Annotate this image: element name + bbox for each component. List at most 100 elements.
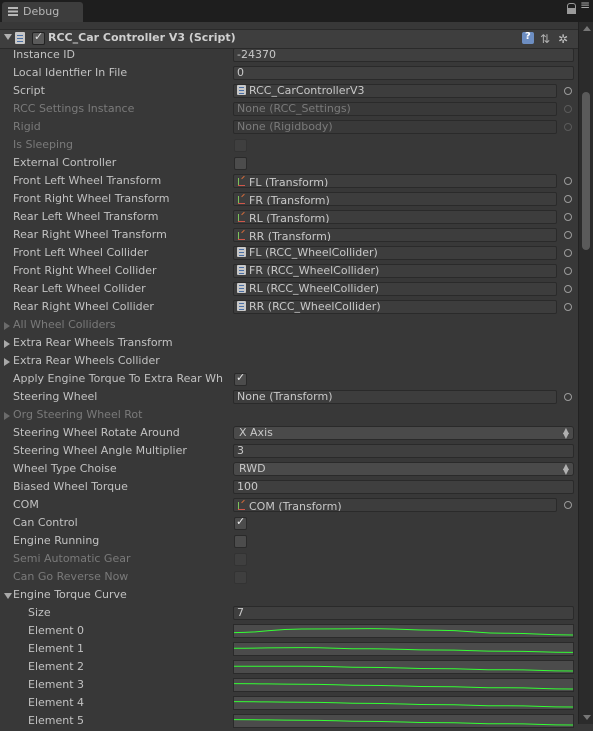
inspector-row: Element 4: [0, 695, 578, 713]
object-picker-icon[interactable]: [564, 267, 572, 275]
curve-line: [234, 665, 573, 672]
object-picker-icon[interactable]: [564, 285, 572, 293]
scroll-up-icon[interactable]: [583, 26, 591, 31]
object-field-front-right-wheel-transform[interactable]: FR (Transform): [233, 192, 557, 206]
curve-graph: [234, 665, 573, 672]
object-field-rear-left-wheel-collider[interactable]: RL (RCC_WheelCollider): [233, 282, 557, 296]
checkbox-is-sleeping[interactable]: [234, 139, 247, 152]
object-field-rear-right-wheel-collider[interactable]: RR (RCC_WheelCollider): [233, 300, 557, 314]
curve-field-element-5[interactable]: [233, 714, 574, 728]
curve-line: [234, 628, 573, 636]
field-input-instance-id[interactable]: -24370: [233, 48, 574, 62]
field-label-front-right-wheel-collider: Front Right Wheel Collider: [13, 264, 157, 277]
help-icon[interactable]: [522, 31, 534, 44]
object-picker-icon[interactable]: [564, 213, 572, 221]
curve-field-element-3[interactable]: [233, 678, 574, 692]
foldout-closed-icon[interactable]: [4, 412, 10, 420]
field-label-engine-torque-curve[interactable]: Engine Torque Curve: [13, 588, 233, 601]
field-label-steering-wheel-angle-multiplier: Steering Wheel Angle Multiplier: [13, 444, 187, 457]
field-label-element-3: Element 3: [28, 678, 85, 691]
object-picker-icon[interactable]: [564, 87, 572, 95]
object-field-script[interactable]: RCC_CarControllerV3: [233, 84, 557, 98]
checkbox-can-go-reverse-now[interactable]: [234, 571, 247, 584]
curve-field-element-4[interactable]: [233, 696, 574, 710]
field-label-element-2: Element 2: [28, 660, 85, 673]
object-picker-icon[interactable]: [564, 303, 572, 311]
object-picker-icon[interactable]: [564, 123, 572, 131]
field-label-can-control: Can Control: [13, 516, 78, 529]
checkbox-semi-automatic-gear[interactable]: [234, 553, 247, 566]
field-label-extra-rear-wheels-transform[interactable]: Extra Rear Wheels Transform: [13, 336, 233, 349]
field-input-local-identfier-in-file[interactable]: 0: [233, 66, 574, 80]
transform-icon: [237, 211, 246, 223]
field-label-front-left-wheel-collider: Front Left Wheel Collider: [13, 246, 149, 259]
inspector-row: Rear Right Wheel Transform RR (Transform): [0, 227, 578, 245]
field-label-all-wheel-colliders[interactable]: All Wheel Colliders: [13, 318, 233, 331]
dropdown-steering-wheel-rotate-around[interactable]: X Axis ▲ ▼: [233, 426, 574, 440]
field-label-size: Size: [28, 606, 51, 619]
object-picker-icon[interactable]: [564, 501, 572, 509]
checkbox-engine-running[interactable]: [234, 535, 247, 548]
dropdown-arrows-icon: ▲ ▼: [562, 426, 569, 440]
object-field-value: RR (Transform): [249, 230, 332, 242]
object-field-rcc-settings-instance[interactable]: None (RCC_Settings): [233, 102, 557, 116]
field-label-external-controller: External Controller: [13, 156, 117, 169]
curve-field-element-2[interactable]: [233, 660, 574, 674]
object-field-com[interactable]: COM (Transform): [233, 498, 557, 512]
menu-icon[interactable]: ≡: [580, 0, 590, 12]
field-label-extra-rear-wheels-collider[interactable]: Extra Rear Wheels Collider: [13, 354, 233, 367]
inspector-row: Engine Running: [0, 533, 578, 551]
field-label-rear-left-wheel-collider: Rear Left Wheel Collider: [13, 282, 146, 295]
object-field-front-left-wheel-transform[interactable]: FL (Transform): [233, 174, 557, 188]
inspector-row: Script RCC_CarControllerV3: [0, 83, 578, 101]
gear-icon[interactable]: ✲: [558, 32, 570, 46]
vertical-scrollbar[interactable]: [578, 22, 593, 724]
object-picker-icon[interactable]: [564, 195, 572, 203]
object-picker-icon[interactable]: [564, 177, 572, 185]
preset-icon[interactable]: ⇅: [540, 32, 552, 46]
foldout-closed-icon[interactable]: [4, 340, 10, 348]
component-header[interactable]: RCC_Car Controller V3 (Script) ⇅ ✲: [0, 29, 578, 49]
field-label-rcc-settings-instance: RCC Settings Instance: [13, 102, 135, 115]
checkbox-can-control[interactable]: [234, 515, 247, 530]
component-enabled-checkbox[interactable]: [32, 30, 45, 45]
object-field-rear-right-wheel-transform[interactable]: RR (Transform): [233, 228, 557, 242]
dropdown-wheel-type-choise[interactable]: RWD ▲ ▼: [233, 462, 574, 476]
foldout-open-icon[interactable]: [4, 593, 12, 599]
object-picker-icon[interactable]: [564, 105, 572, 113]
foldout-closed-icon[interactable]: [4, 358, 10, 366]
object-field-rigid[interactable]: None (Rigidbody): [233, 120, 557, 134]
checkbox-external-controller[interactable]: [234, 157, 247, 170]
object-field-rear-left-wheel-transform[interactable]: RL (Transform): [233, 210, 557, 224]
field-input-size[interactable]: 7: [233, 606, 574, 620]
scrollbar-thumb[interactable]: [582, 92, 590, 250]
inspector-row: Steering Wheel None (Transform): [0, 389, 578, 407]
object-field-steering-wheel[interactable]: None (Transform): [233, 390, 557, 404]
transform-icon: [237, 499, 246, 511]
object-picker-icon[interactable]: [564, 231, 572, 239]
field-label-element-5: Element 5: [28, 714, 85, 727]
object-field-value: None (Rigidbody): [237, 120, 333, 133]
curve-graph: [234, 683, 573, 690]
foldout-closed-icon[interactable]: [4, 322, 10, 330]
foldout-arrow-icon[interactable]: [4, 34, 12, 40]
inspector-row: Biased Wheel Torque 100: [0, 479, 578, 497]
object-picker-icon[interactable]: [564, 393, 572, 401]
checkbox-apply-engine-torque-to-extra-rear-wh[interactable]: [234, 371, 247, 386]
inspector-row: Can Go Reverse Now: [0, 569, 578, 587]
scroll-down-icon[interactable]: [583, 715, 591, 720]
object-picker-icon[interactable]: [564, 249, 572, 257]
component-title: RCC_Car Controller V3 (Script): [48, 31, 236, 44]
tab-debug[interactable]: Debug: [2, 2, 83, 22]
curve-field-element-0[interactable]: [233, 624, 574, 638]
field-label-biased-wheel-torque: Biased Wheel Torque: [13, 480, 128, 493]
object-field-front-right-wheel-collider[interactable]: FR (RCC_WheelCollider): [233, 264, 557, 278]
curve-field-element-1[interactable]: [233, 642, 574, 656]
tab-options[interactable]: ≡: [567, 0, 590, 20]
inspector-row: Element 3: [0, 677, 578, 695]
field-label-org-steering-wheel-rot[interactable]: Org Steering Wheel Rot: [13, 408, 233, 421]
field-input-steering-wheel-angle-multiplier[interactable]: 3: [233, 444, 574, 458]
object-field-front-left-wheel-collider[interactable]: FL (RCC_WheelCollider): [233, 246, 557, 260]
field-label-rigid: Rigid: [13, 120, 41, 133]
field-input-biased-wheel-torque[interactable]: 100: [233, 480, 574, 494]
